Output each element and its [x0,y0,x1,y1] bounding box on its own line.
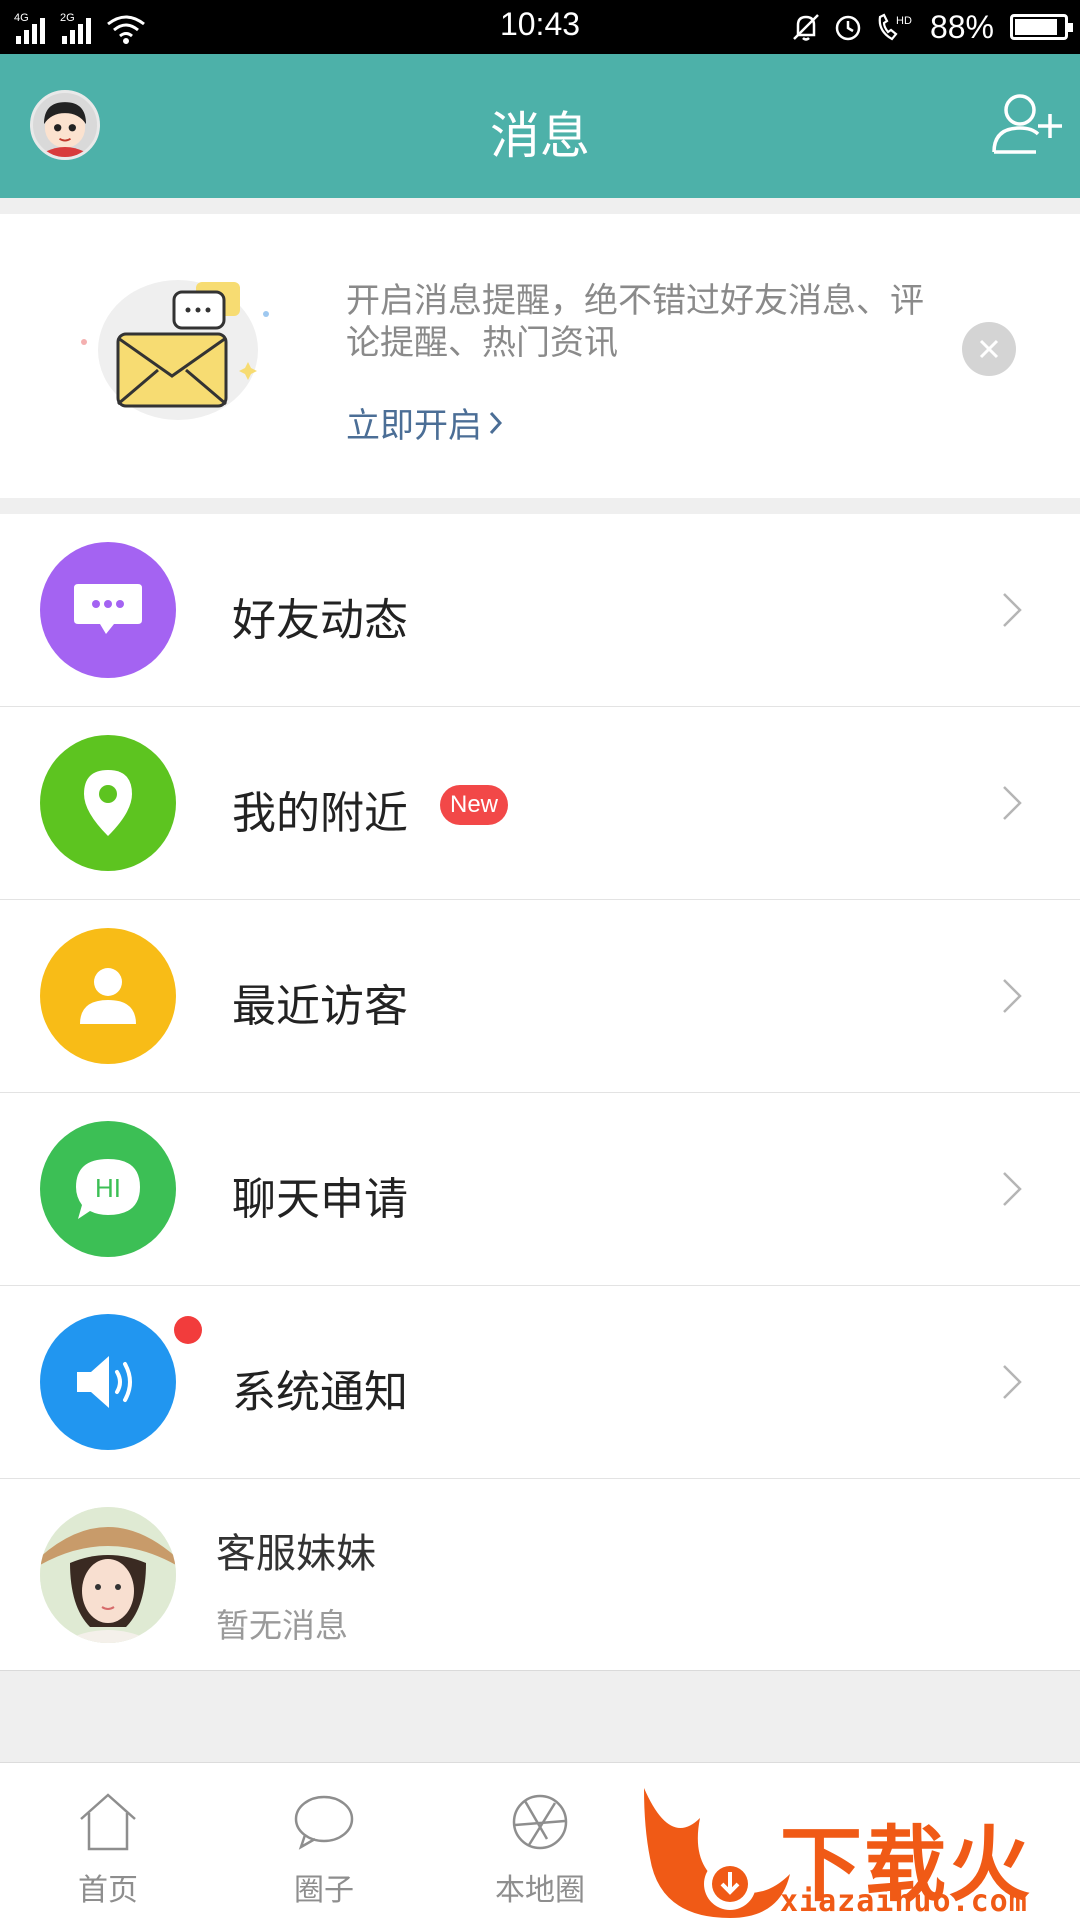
tab-label: 圈子 [294,1873,354,1908]
chevron-right-icon [489,411,503,434]
aperture-icon [512,1794,568,1850]
list-item-customer-service[interactable]: 客服妹妹 暂无消息 [0,1479,1080,1671]
hi-bubble-icon: HI [76,1159,140,1219]
chevron-right-icon [1003,979,1022,1013]
tab-label: 本地圈 [495,1873,585,1908]
envelope-icon [81,280,269,420]
tab-home[interactable]: 首页 [38,1789,178,1909]
list-item-label: 好友动态 [232,595,408,646]
add-friend-icon[interactable] [990,90,1064,156]
speaker-icon [77,1356,132,1408]
status-right: HD 88% [790,8,1073,46]
list-item-nearby[interactable]: 我的附近 New [0,707,1080,900]
hd-call-icon: HD [878,13,912,41]
message-category-list: 好友动态 我的附近 New 最近访客 HI 聊天申请 系统通知 客服妹妹 暂无消… [0,514,1080,1671]
app-header: 消息 [0,54,1080,198]
list-item-icon-bg [40,735,176,871]
hi-text: HI [95,1173,121,1203]
status-bar: 4G 2G 10:43 HD 88% [0,0,1080,54]
page-title: 消息 [490,107,590,165]
enable-now-label: 立即开启 [346,406,482,446]
chat-bubble-icon [74,584,142,634]
list-item-icon-bg [40,928,176,1064]
chevron-right-icon [1003,786,1022,820]
battery-icon [1010,14,1073,40]
list-item-label: 最近访客 [232,981,408,1032]
list-item-label: 系统通知 [232,1367,408,1418]
list-item-icon-bg: HI [40,1121,176,1257]
home-icon [80,1793,136,1851]
tab-local-circle[interactable]: 本地圈 [470,1789,610,1909]
close-banner-button[interactable] [962,322,1016,376]
close-icon [979,339,999,359]
enable-now-link[interactable]: 立即开启 [346,398,504,447]
svg-text:HD: HD [896,15,912,27]
avatar-photo-icon [40,1507,176,1643]
banner-message: 开启消息提醒，绝不错过好友消息、评论提醒、热门资讯 [346,281,924,363]
mute-bell-icon [793,14,819,41]
watermark-url: xiazaihuo.com [780,1884,1028,1919]
chevron-right-icon [1003,593,1022,627]
customer-service-status: 暂无消息 [216,1606,348,1645]
list-item-system-notice[interactable]: 系统通知 [0,1286,1080,1479]
location-pin-icon [84,770,132,836]
chevron-right-icon [1003,1172,1022,1206]
list-item-recent-visitors[interactable]: 最近访客 [0,900,1080,1093]
list-item-label: 我的附近 [232,788,408,839]
unread-dot [174,1316,202,1344]
new-badge: New [440,785,509,825]
person-icon [80,968,136,1024]
list-item-icon-bg [40,542,176,678]
chevron-right-icon [1003,1365,1022,1399]
list-item-icon-bg [40,1314,176,1450]
list-item-label: 聊天申请 [232,1174,408,1225]
customer-service-name: 客服妹妹 [216,1531,376,1577]
battery-percent: 88% [929,8,994,45]
chat-circle-icon [294,1795,354,1850]
alarm-icon [835,15,861,41]
list-item-chat-requests[interactable]: HI 聊天申请 [0,1093,1080,1286]
notification-banner: 开启消息提醒，绝不错过好友消息、评论提醒、热门资讯 立即开启 [0,214,1080,498]
tab-circle[interactable]: 圈子 [254,1789,394,1909]
list-item-friend-updates[interactable]: 好友动态 [0,514,1080,707]
customer-service-avatar [40,1507,176,1643]
tab-label: 首页 [78,1873,138,1908]
